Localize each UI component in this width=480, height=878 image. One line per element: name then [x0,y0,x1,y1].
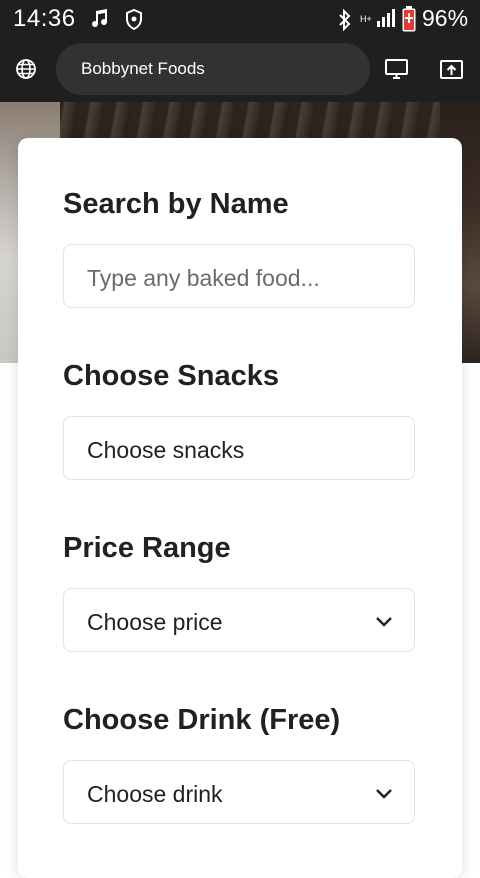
drink-select-value: Choose drink [87,781,223,807]
svg-text:H+: H+ [360,14,372,24]
search-name-input[interactable]: Type any baked food... [63,244,415,308]
price-select-value: Choose price [87,609,223,635]
site-title: Bobbynet Foods [81,59,205,78]
signal-icon [377,9,395,32]
share-screen-icon[interactable] [440,58,463,85]
music-note-icon [90,9,110,34]
search-name-placeholder: Type any baked food... [87,265,320,291]
choose-drink-title: Choose Drink (Free) [63,704,341,736]
battery-icon [402,6,416,37]
chevron-down-icon [375,615,393,633]
desktop-icon[interactable] [385,58,408,85]
bluetooth-icon [337,8,353,36]
status-bar: 14:36 H+ 96% [0,0,480,38]
chevron-down-icon [375,787,393,805]
globe-icon[interactable] [15,58,37,85]
shield-icon [125,8,143,35]
status-time: 14:36 [13,5,76,32]
battery-percentage: 96% [422,5,469,31]
snacks-select[interactable]: Choose snacks [63,416,415,480]
price-range-title: Price Range [63,532,231,564]
drink-select[interactable]: Choose drink [63,760,415,824]
snacks-select-value: Choose snacks [87,437,245,463]
search-form-card: Search by Name Type any baked food... Ch… [18,138,462,878]
price-select[interactable]: Choose price [63,588,415,652]
choose-snacks-title: Choose Snacks [63,360,279,392]
browser-toolbar: Bobbynet Foods [0,38,480,102]
search-by-name-title: Search by Name [63,188,289,220]
h-plus-icon: H+ [360,11,374,29]
url-bar[interactable]: Bobbynet Foods [56,43,370,95]
